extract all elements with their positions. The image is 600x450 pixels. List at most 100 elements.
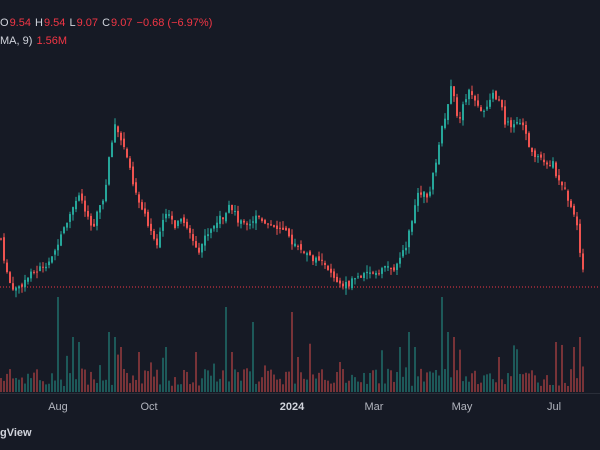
candle-body — [456, 97, 458, 116]
time-axis[interactable]: Aug Oct 2024 Mar May Jul — [0, 393, 600, 418]
volume-bar — [240, 380, 242, 392]
volume-bar — [387, 368, 389, 392]
x-tick-oct: Oct — [140, 401, 158, 413]
volume-bar — [378, 383, 380, 392]
volume-bar — [228, 381, 230, 392]
candle-body — [297, 245, 299, 247]
candle-body — [135, 182, 137, 193]
volume-bar — [468, 381, 470, 392]
candle-body — [39, 266, 41, 272]
candle-body — [258, 216, 260, 218]
volume-bar — [267, 370, 269, 392]
volume-bar — [63, 385, 65, 392]
volume-bar — [363, 372, 365, 392]
candle-body — [156, 238, 158, 246]
volume-bar — [135, 379, 137, 392]
volume-bar — [444, 369, 446, 392]
candle-body — [186, 221, 188, 228]
candle-body — [426, 193, 428, 198]
volume-bar — [111, 384, 113, 392]
volume-bar — [165, 347, 167, 392]
volume-bar — [450, 377, 452, 392]
candle-body — [3, 237, 5, 261]
candle-body — [144, 208, 146, 214]
candle-body — [168, 214, 170, 216]
candle-body — [387, 266, 389, 268]
volume-bar — [405, 367, 407, 392]
volume-bar — [486, 374, 488, 392]
volume-bar — [258, 381, 260, 392]
candle-body — [408, 230, 410, 248]
candle-body — [180, 218, 182, 222]
volume-bar — [171, 385, 173, 392]
candle-body — [48, 261, 50, 266]
candle-body — [375, 272, 377, 276]
candle-body — [564, 187, 566, 189]
volume-bar — [216, 381, 218, 392]
volume-bar — [183, 369, 185, 392]
volume-bar — [453, 337, 455, 392]
candle-body — [447, 104, 449, 120]
volume-bar — [471, 373, 473, 392]
candle-body — [111, 142, 113, 158]
x-tick-aug: Aug — [48, 401, 68, 413]
candle-body — [384, 265, 386, 268]
volume-bar — [279, 378, 281, 392]
volume-bar — [483, 375, 485, 392]
candle-body — [351, 278, 353, 289]
candle-body — [453, 86, 455, 97]
candle-body — [339, 280, 341, 284]
candle-body — [390, 268, 392, 270]
candle-body — [222, 217, 224, 220]
candle-body — [444, 118, 446, 128]
price-chart[interactable] — [0, 0, 600, 393]
volume-bar — [474, 370, 476, 392]
volume-bar — [210, 375, 212, 392]
candle-body — [261, 218, 263, 221]
candle-body — [120, 132, 122, 141]
volume-bar — [270, 369, 272, 392]
candle-body — [462, 104, 464, 121]
volume-bar — [180, 384, 182, 392]
volume-bar — [417, 376, 419, 392]
volume-bar — [159, 384, 161, 392]
candle-body — [516, 121, 518, 124]
candle-body — [6, 262, 8, 273]
candle-body — [63, 227, 65, 234]
candle-body — [321, 259, 323, 261]
candle-body — [366, 271, 368, 274]
volume-bar — [96, 382, 98, 392]
candle-body — [327, 265, 329, 270]
candle-body — [324, 262, 326, 265]
candle-body — [255, 215, 257, 224]
candle-body — [471, 91, 473, 95]
candle-body — [204, 235, 206, 246]
candle-body — [477, 100, 479, 106]
volume-bar — [327, 380, 329, 392]
candle-body — [33, 271, 35, 273]
volume-bar — [9, 369, 11, 392]
volume-bar — [204, 369, 206, 392]
chart-window: O9.54 H9.54 L9.07 C9.07 −0.68 (−6.97%) M… — [0, 0, 600, 450]
volume-bar — [582, 366, 584, 392]
volume-bar — [537, 382, 539, 392]
volume-bar — [321, 369, 323, 392]
volume-bar — [48, 383, 50, 392]
volume-bar — [276, 379, 278, 392]
candle-body — [561, 181, 563, 186]
volume-label: MA, 9) — [0, 35, 33, 47]
candle-body — [147, 211, 149, 226]
ohlc-legend: O9.54 H9.54 L9.07 C9.07 −0.68 (−6.97%) — [0, 17, 213, 29]
volume-bar — [543, 379, 545, 392]
candle-body — [21, 284, 23, 287]
volume-bar — [18, 379, 20, 392]
volume-bar — [465, 376, 467, 392]
volume-bar — [507, 373, 509, 392]
candle-body — [123, 138, 125, 147]
volume-bar — [384, 383, 386, 392]
candle-body — [78, 195, 80, 201]
volume-bar — [318, 372, 320, 392]
candle-body — [582, 253, 584, 270]
candle-body — [474, 95, 476, 101]
candle-body — [486, 106, 488, 110]
